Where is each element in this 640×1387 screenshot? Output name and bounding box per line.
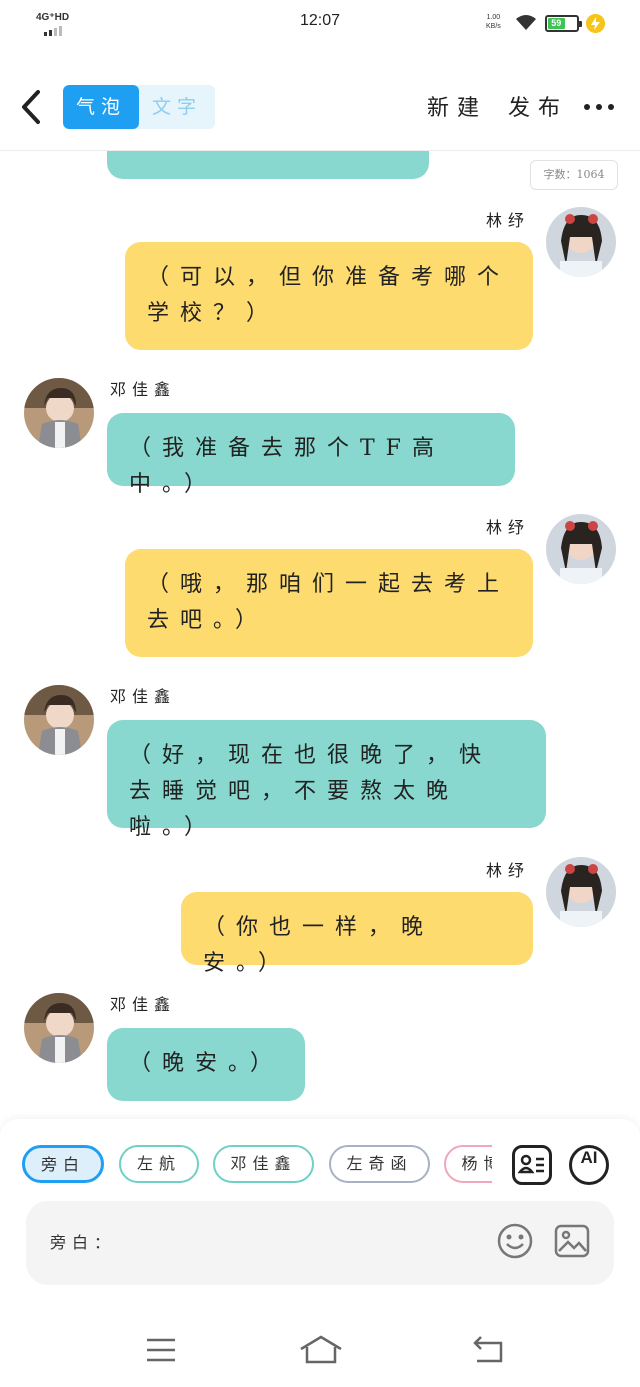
composer-panel: 旁白 左航 邓佳鑫 左奇函 杨博文 AI 旁白：	[0, 1119, 640, 1315]
message-bubble[interactable]: （哦，那咱们一起去考上去吧。）	[125, 549, 533, 657]
new-button[interactable]: 新建	[427, 90, 487, 122]
avatar[interactable]	[24, 378, 94, 448]
menu-icon[interactable]	[145, 1337, 177, 1363]
system-nav-bar	[0, 1315, 640, 1387]
emoji-icon[interactable]	[496, 1222, 534, 1260]
speaker-name: 邓佳鑫	[110, 995, 177, 1014]
chat-area[interactable]: 字数：1064 林纾 （可以，但你准备考哪个学校？） 邓佳鑫 （我准备去那个TF…	[0, 151, 640, 1119]
more-icon[interactable]	[584, 98, 614, 118]
charging-icon	[586, 14, 605, 33]
message-bubble[interactable]: （我准备去那个TF高中。）	[107, 413, 515, 497]
avatar[interactable]	[546, 857, 616, 927]
wifi-icon	[516, 15, 536, 30]
role-selector: 旁白 左航 邓佳鑫 左奇函 杨博文	[22, 1145, 492, 1183]
avatar[interactable]	[24, 685, 94, 755]
role-chip[interactable]: 邓佳鑫	[213, 1145, 314, 1183]
word-count: 字数：1064	[530, 160, 618, 190]
message-bubble[interactable]	[107, 151, 429, 179]
role-chip[interactable]: 杨博文	[444, 1145, 492, 1183]
dialogue-input[interactable]: 旁白：	[26, 1201, 614, 1285]
role-card-icon[interactable]	[512, 1145, 552, 1185]
back-arrow-icon[interactable]	[18, 88, 48, 126]
role-chip[interactable]: 左航	[119, 1145, 199, 1183]
speaker-name: 邓佳鑫	[110, 380, 177, 399]
speaker-name: 林纾	[486, 518, 531, 537]
publish-button[interactable]: 发布	[508, 90, 568, 122]
role-chip[interactable]: 左奇函	[329, 1145, 430, 1183]
avatar[interactable]	[546, 514, 616, 584]
tab-text[interactable]: 文字	[139, 85, 215, 129]
image-icon[interactable]	[553, 1222, 591, 1260]
back-nav-icon[interactable]	[471, 1335, 505, 1365]
role-chip[interactable]: 旁白	[22, 1145, 104, 1183]
speaker-name: 邓佳鑫	[110, 687, 177, 706]
status-bar: 4G⁺HD 12:07 1.00 KB/s 59	[0, 0, 640, 46]
message-bubble[interactable]: （晚安。）	[107, 1028, 305, 1101]
clock: 12:07	[299, 12, 341, 29]
tab-bubble[interactable]: 气泡	[63, 85, 139, 129]
ai-button[interactable]: AI	[569, 1145, 609, 1185]
avatar[interactable]	[24, 993, 94, 1063]
net-speed: 1.00 KB/s	[486, 14, 501, 30]
battery-icon: 59	[545, 15, 582, 32]
speaker-name: 林纾	[486, 211, 531, 230]
avatar[interactable]	[546, 207, 616, 277]
editor-header: 气泡 文字 新建 发布	[0, 70, 640, 144]
input-placeholder: 旁白：	[50, 1233, 117, 1252]
message-bubble[interactable]: （你也一样，晚安。）	[181, 892, 533, 976]
speaker-name: 林纾	[486, 861, 531, 880]
message-bubble[interactable]: （可以，但你准备考哪个学校？）	[125, 242, 533, 350]
message-bubble[interactable]: （好，现在也很晚了，快去睡觉吧，不要熬太晚啦。）	[107, 720, 546, 840]
mode-switch: 气泡 文字	[63, 85, 215, 129]
home-icon[interactable]	[299, 1335, 343, 1365]
